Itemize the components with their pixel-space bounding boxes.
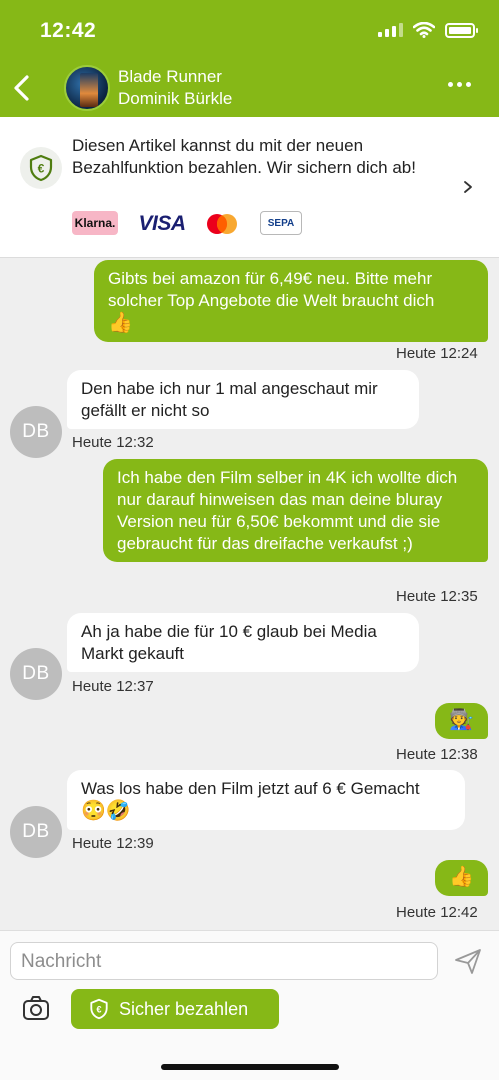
message-text: Was los habe den Film jetzt auf 6 € Gema… <box>81 779 420 798</box>
message-text: Ah ja habe die für 10 € glaub bei Media … <box>81 622 377 663</box>
message-time: Heute 12:35 <box>396 588 478 605</box>
status-time: 12:42 <box>40 19 97 42</box>
message-outgoing[interactable]: Ich habe den Film selber in 4K ich wollt… <box>103 459 488 562</box>
shield-euro-icon: € <box>90 998 108 1020</box>
signal-icon <box>378 23 403 37</box>
message-text: Gibts bei amazon für 6,49€ neu. Bitte me… <box>108 269 435 310</box>
status-bar: 12:42 <box>0 0 499 62</box>
back-icon[interactable] <box>8 70 38 106</box>
message-text: Den habe ich nur 1 mal angeschaut mir ge… <box>81 379 378 420</box>
message-outgoing[interactable]: 👍 <box>435 860 488 896</box>
message-outgoing[interactable]: 🧑‍🏭 <box>435 703 488 739</box>
home-indicator <box>161 1064 339 1070</box>
shield-euro-icon: € <box>20 147 62 189</box>
message-text: Ich habe den Film selber in 4K ich wollt… <box>117 468 458 553</box>
visa-logo: VISA <box>138 212 186 235</box>
message-time: Heute 12:24 <box>396 345 478 362</box>
more-icon[interactable] <box>448 82 471 87</box>
chat-partner-name[interactable]: Dominik Bürkle <box>118 88 232 110</box>
banner-text: Diesen Artikel kannst du mit der neuen B… <box>72 136 416 177</box>
sepa-logo: SEPA <box>260 211 302 235</box>
flushed-laughing-emoji: 😳🤣 <box>81 800 131 822</box>
avatar[interactable]: DB <box>10 406 62 458</box>
avatar[interactable]: DB <box>10 806 62 858</box>
wifi-icon <box>413 22 435 38</box>
message-time: Heute 12:37 <box>72 678 154 695</box>
secure-pay-button[interactable]: € Sicher bezahlen <box>71 989 279 1029</box>
item-avatar[interactable] <box>64 65 110 111</box>
send-icon[interactable] <box>453 947 483 975</box>
klarna-logo: Klarna. <box>72 211 118 235</box>
message-time: Heute 12:39 <box>72 835 154 852</box>
svg-text:€: € <box>38 162 45 176</box>
svg-text:€: € <box>96 1004 101 1014</box>
message-incoming[interactable]: Was los habe den Film jetzt auf 6 € Gema… <box>67 770 465 830</box>
secure-pay-label: Sicher bezahlen <box>119 998 249 1019</box>
message-incoming[interactable]: Den habe ich nur 1 mal angeschaut mir ge… <box>67 370 419 429</box>
chevron-right-icon[interactable] <box>461 180 475 194</box>
payment-banner[interactable]: € Diesen Artikel kannst du mit der neuen… <box>0 117 499 258</box>
message-time: Heute 12:32 <box>72 434 154 451</box>
message-outgoing[interactable]: Gibts bei amazon für 6,49€ neu. Bitte me… <box>94 260 488 342</box>
message-input[interactable]: Nachricht <box>10 942 438 980</box>
chat-header: 12:42 Blade Runner Dominik Bürkle <box>0 0 499 117</box>
message-time: Heute 12:42 <box>396 904 478 921</box>
battery-icon <box>445 22 478 38</box>
chat-title[interactable]: Blade Runner <box>118 66 222 88</box>
status-icons <box>378 22 478 38</box>
avatar[interactable]: DB <box>10 648 62 700</box>
mastercard-logo <box>204 210 240 238</box>
camera-icon[interactable] <box>22 995 50 1021</box>
message-incoming[interactable]: Ah ja habe die für 10 € glaub bei Media … <box>67 613 419 672</box>
thumbs-up-emoji: 👍 <box>449 866 474 888</box>
composer: Nachricht € Sicher bezahlen <box>0 930 499 1080</box>
worker-emoji: 🧑‍🏭 <box>449 709 474 731</box>
message-time: Heute 12:38 <box>396 746 478 763</box>
thumbs-up-emoji: 👍 <box>108 312 133 334</box>
